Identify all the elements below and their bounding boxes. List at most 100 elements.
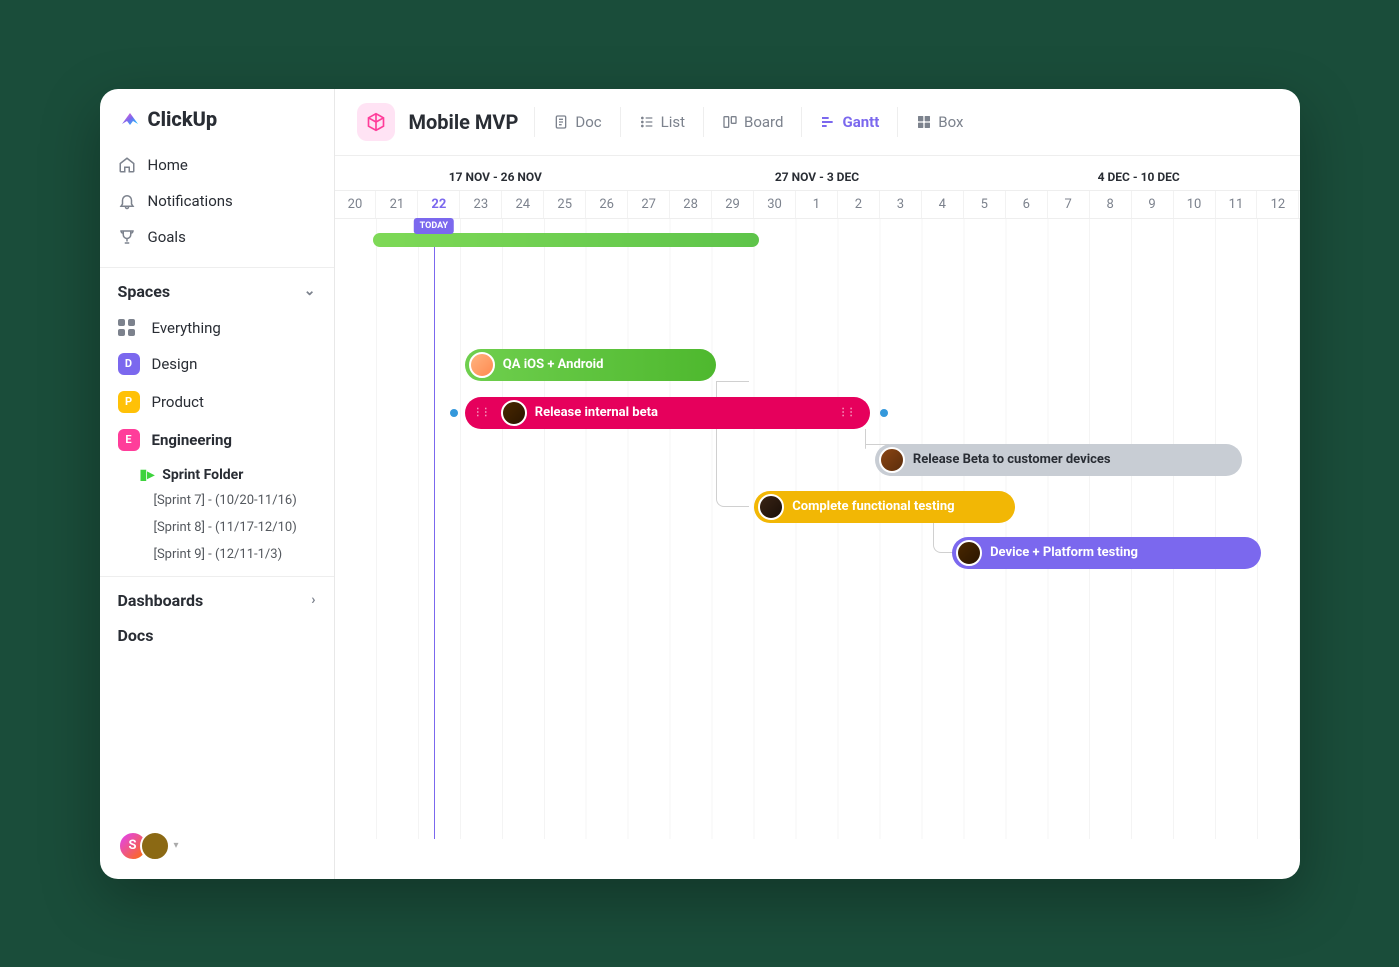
day-cell-today: 22 <box>418 191 460 218</box>
cube-icon <box>366 112 386 132</box>
bar-label: Release internal beta <box>535 405 658 420</box>
day-cell: 3 <box>880 191 922 218</box>
space-badge: P <box>118 391 140 413</box>
nav-label: Goals <box>148 228 186 246</box>
space-badge: E <box>118 429 140 451</box>
day-cell: 5 <box>964 191 1006 218</box>
project-title: Mobile MVP <box>409 110 519 134</box>
space-design[interactable]: D Design <box>100 345 334 383</box>
docs-header[interactable]: Docs <box>100 620 334 655</box>
gantt-icon <box>820 114 836 130</box>
avatar-icon <box>501 400 527 426</box>
main-content: Mobile MVP Doc List Board Gantt Box 17 N… <box>335 89 1300 879</box>
week-label: 17 NOV - 26 NOV <box>335 156 657 190</box>
bell-icon <box>118 192 136 210</box>
dependency-connector <box>865 429 866 449</box>
project-badge[interactable] <box>357 103 395 141</box>
space-everything[interactable]: Everything <box>100 311 334 345</box>
sprint-item[interactable]: [Sprint 8] - (11/17-12/10) <box>100 514 334 541</box>
avatar-group: S <box>118 831 170 861</box>
avatar-icon <box>956 540 982 566</box>
tab-box[interactable]: Box <box>897 107 981 137</box>
sprint-item[interactable]: [Sprint 9] - (12/11-1/3) <box>100 541 334 568</box>
gantt-bar-functional[interactable]: Complete functional testing <box>754 491 1015 523</box>
bar-label: Device + Platform testing <box>990 545 1138 560</box>
topbar: Mobile MVP Doc List Board Gantt Box <box>335 89 1300 156</box>
gantt-bar-release-internal[interactable]: ⋮⋮ Release internal beta ⋮⋮ <box>465 397 870 429</box>
avatar-icon <box>469 352 495 378</box>
user-avatar <box>140 831 170 861</box>
gantt-grid[interactable]: QA iOS + Android ⋮⋮ Release internal bet… <box>335 219 1300 839</box>
drag-handle-icon[interactable]: ⋮⋮ <box>838 407 854 418</box>
tab-gantt[interactable]: Gantt <box>801 107 897 137</box>
nav-notifications[interactable]: Notifications <box>100 183 334 219</box>
gantt-bar-sprint[interactable] <box>373 233 759 247</box>
caret-down-icon: ▾ <box>174 840 179 851</box>
day-cell: 25 <box>544 191 586 218</box>
tab-board[interactable]: Board <box>703 107 801 137</box>
tab-label: List <box>661 113 685 131</box>
chevron-down-icon: ⌄ <box>304 283 316 299</box>
dependency-dot[interactable] <box>450 409 458 417</box>
day-cell: 21 <box>376 191 418 218</box>
today-line <box>434 219 436 839</box>
sprint-folder[interactable]: ▮▸ Sprint Folder <box>100 459 334 487</box>
tab-label: Box <box>938 113 963 131</box>
sprint-item[interactable]: [Sprint 7] - (10/20-11/16) <box>100 487 334 514</box>
folder-sprint-icon: ▮▸ <box>140 467 155 483</box>
day-cell: 20 <box>335 191 377 218</box>
gantt-bar-qa[interactable]: QA iOS + Android <box>465 349 716 381</box>
home-icon <box>118 156 136 174</box>
doc-icon <box>553 114 569 130</box>
nav-home[interactable]: Home <box>100 147 334 183</box>
section-label: Dashboards <box>118 591 204 610</box>
gantt-bar-release-beta[interactable]: Release Beta to customer devices <box>875 444 1242 476</box>
day-cell: 27 <box>628 191 670 218</box>
space-label: Design <box>152 355 198 373</box>
nav-section: Home Notifications Goals <box>100 143 334 259</box>
day-cell: 7 <box>1048 191 1090 218</box>
tab-list[interactable]: List <box>620 107 703 137</box>
nav-label: Home <box>148 156 188 174</box>
nav-goals[interactable]: Goals <box>100 219 334 255</box>
week-labels: 17 NOV - 26 NOV 27 NOV - 3 DEC 4 DEC - 1… <box>335 156 1300 191</box>
avatar-icon <box>758 494 784 520</box>
avatar-icon <box>879 447 905 473</box>
bar-label: Release Beta to customer devices <box>913 452 1111 467</box>
today-marker: TODAY <box>414 218 454 234</box>
week-label: 27 NOV - 3 DEC <box>656 156 978 190</box>
space-label: Engineering <box>152 431 232 449</box>
section-label: Docs <box>118 626 154 645</box>
tab-doc[interactable]: Doc <box>534 107 619 137</box>
view-tabs: Doc List Board Gantt Box <box>534 107 981 137</box>
sidebar: ClickUp Home Notifications Goals Spaces … <box>100 89 335 879</box>
day-cell: 28 <box>670 191 712 218</box>
day-cell: 24 <box>502 191 544 218</box>
day-cell: 2 <box>838 191 880 218</box>
app-window: ClickUp Home Notifications Goals Spaces … <box>100 89 1300 879</box>
drag-handle-icon[interactable]: ⋮⋮ <box>473 407 489 418</box>
grid-icon <box>118 319 140 336</box>
day-row: 20 21 22 23 24 25 26 27 28 29 30 1 2 3 4… <box>335 191 1300 219</box>
sprint-folder-label: Sprint Folder <box>162 467 243 483</box>
box-icon <box>916 114 932 130</box>
gantt-bar-device[interactable]: Device + Platform testing <box>952 537 1261 569</box>
day-cell: 10 <box>1174 191 1216 218</box>
user-section[interactable]: S ▾ <box>100 831 334 861</box>
space-badge: D <box>118 353 140 375</box>
day-cell: 26 <box>586 191 628 218</box>
day-cell: 29 <box>712 191 754 218</box>
day-cell: 30 <box>754 191 796 218</box>
chevron-right-icon: › <box>311 592 315 608</box>
space-product[interactable]: P Product <box>100 383 334 421</box>
spaces-header[interactable]: Spaces ⌄ <box>100 267 334 311</box>
bar-label: Complete functional testing <box>792 499 954 514</box>
trophy-icon <box>118 228 136 246</box>
dashboards-header[interactable]: Dashboards › <box>100 576 334 620</box>
spaces-title: Spaces <box>118 282 171 301</box>
dependency-dot[interactable] <box>880 409 888 417</box>
day-cell: 8 <box>1090 191 1132 218</box>
logo[interactable]: ClickUp <box>100 107 334 143</box>
space-engineering[interactable]: E Engineering <box>100 421 334 459</box>
board-icon <box>722 114 738 130</box>
